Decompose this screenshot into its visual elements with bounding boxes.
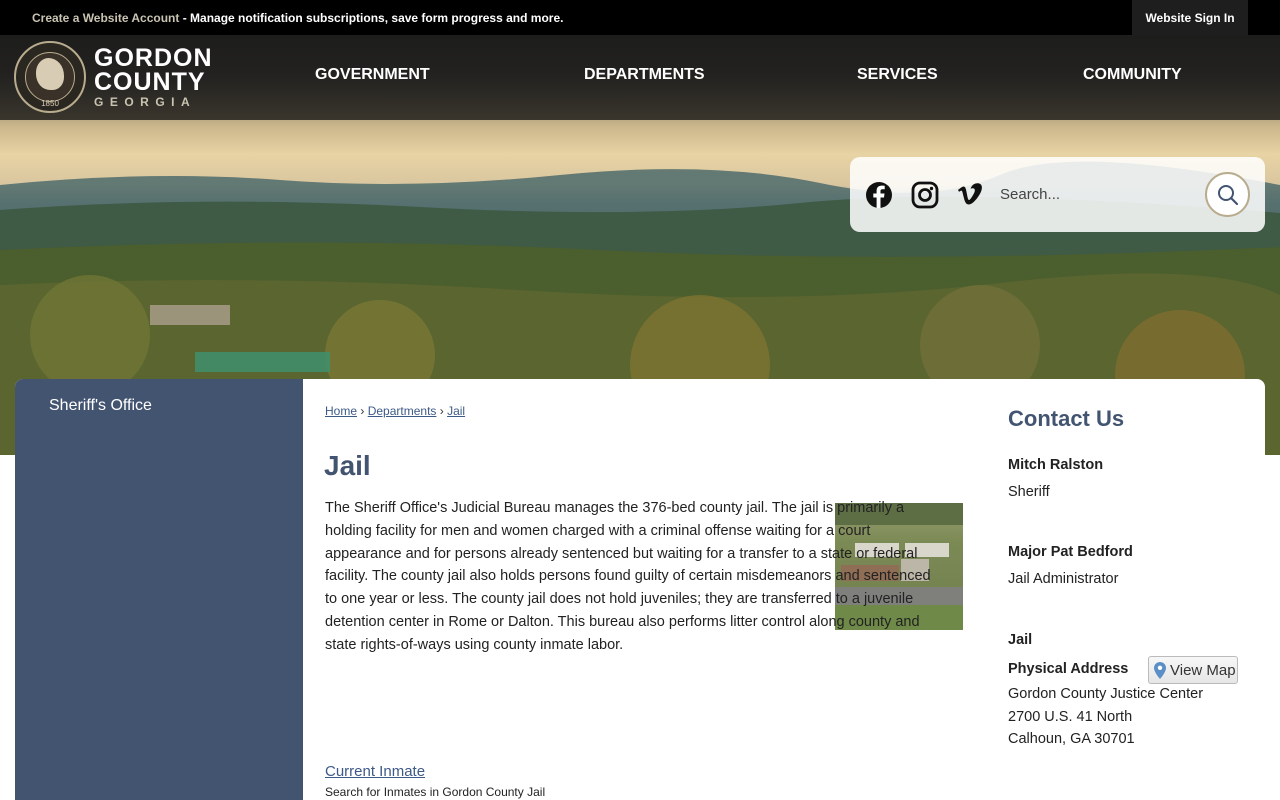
contact-name: Major Pat Bedford bbox=[1008, 544, 1133, 560]
view-map-button[interactable]: View Map bbox=[1148, 656, 1238, 684]
address-line: 2700 U.S. 41 North bbox=[1008, 708, 1133, 725]
contact-role: Jail Administrator bbox=[1008, 571, 1119, 587]
brand-line-1: GORDON bbox=[94, 44, 213, 72]
account-notice-text: - Manage notification subscriptions, sav… bbox=[179, 11, 564, 25]
page-title: Jail bbox=[324, 450, 371, 481]
breadcrumb-separator: › bbox=[439, 404, 444, 418]
map-pin-icon bbox=[1154, 661, 1166, 679]
contact-role: Sheriff bbox=[1008, 484, 1050, 500]
utility-bar: Create a Website Account - Manage notifi… bbox=[0, 0, 1280, 35]
facebook-icon[interactable] bbox=[865, 181, 893, 209]
nav-government[interactable]: GOVERNMENT bbox=[315, 66, 430, 84]
breadcrumb-separator: › bbox=[360, 404, 365, 418]
brand-line-3: GEORGIA bbox=[94, 95, 197, 109]
site-brand[interactable]: GORDON COUNTY GEORGIA bbox=[94, 44, 213, 110]
nav-departments[interactable]: DEPARTMENTS bbox=[584, 66, 705, 84]
address-label: Physical Address bbox=[1008, 661, 1129, 677]
current-inmate-description: Search for Inmates in Gordon County Jail bbox=[325, 785, 546, 799]
address-line: Calhoun, GA 30701 bbox=[1008, 731, 1135, 747]
breadcrumb-home[interactable]: Home bbox=[325, 404, 357, 418]
vimeo-icon[interactable] bbox=[956, 181, 984, 209]
nav-services[interactable]: SERVICES bbox=[857, 66, 938, 84]
location-name: Jail bbox=[1008, 632, 1033, 648]
instagram-icon[interactable] bbox=[911, 181, 939, 209]
address-line: Gordon County Justice Center bbox=[1008, 686, 1204, 702]
search-input[interactable] bbox=[1000, 178, 1195, 210]
county-seal-logo[interactable]: 1850 bbox=[14, 41, 86, 113]
nav-community[interactable]: COMMUNITY bbox=[1083, 66, 1182, 84]
contact-heading: Contact Us bbox=[1008, 406, 1125, 431]
contact-name: Mitch Ralston bbox=[1008, 457, 1104, 473]
breadcrumb-jail[interactable]: Jail bbox=[447, 404, 465, 418]
breadcrumb-departments[interactable]: Departments bbox=[368, 404, 437, 418]
website-sign-in-button[interactable]: Website Sign In bbox=[1132, 0, 1248, 35]
search-button[interactable] bbox=[1205, 172, 1250, 217]
seal-year: 1850 bbox=[41, 99, 59, 108]
brand-line-2: COUNTY bbox=[94, 68, 206, 96]
breadcrumb: Home › Departments › Jail bbox=[325, 404, 465, 418]
account-notice: Create a Website Account - Manage notifi… bbox=[32, 11, 563, 25]
current-inmate-link[interactable]: Current Inmate bbox=[325, 763, 425, 780]
view-map-label: View Map bbox=[1170, 661, 1236, 679]
create-account-link[interactable]: Create a Website Account bbox=[32, 11, 179, 25]
sidebar-nav: Sheriff's Office bbox=[15, 379, 303, 800]
seal-portrait-icon bbox=[36, 58, 64, 90]
search-icon bbox=[1217, 184, 1238, 205]
physical-address: Gordon County Justice Center 2700 U.S. 4… bbox=[1008, 683, 1203, 751]
sidebar-item-sheriffs-office[interactable]: Sheriff's Office bbox=[49, 397, 152, 415]
jail-description: The Sheriff Office's Judicial Bureau man… bbox=[325, 500, 931, 653]
